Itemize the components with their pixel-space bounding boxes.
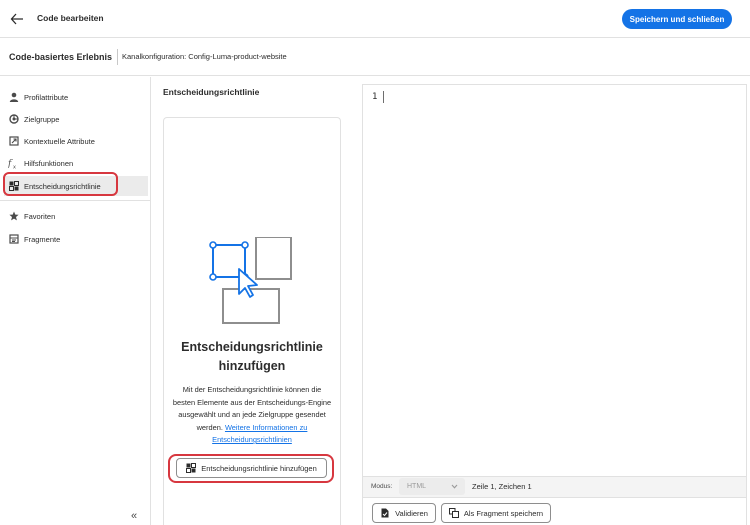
sidebar-divider — [0, 200, 150, 201]
cursor-position: Zeile 1, Zeichen 1 — [472, 482, 532, 491]
sidebar-item-fragmente[interactable]: Fragmente — [4, 229, 148, 249]
add-button-label: Entscheidungsrichtlinie hinzufügen — [201, 463, 317, 473]
mode-value: HTML — [407, 483, 427, 490]
sidebar-item-profilattribute[interactable]: Profilattribute — [4, 87, 148, 107]
code-editor[interactable] — [362, 84, 747, 477]
save-as-fragment-label: Als Fragment speichern — [463, 508, 544, 518]
sidebar-item-entscheidungsrichtlinie[interactable]: Entscheidungsrichtlinie — [4, 176, 148, 196]
fragment-icon — [448, 508, 459, 518]
card-heading: Entscheidungsrichtlinie hinzufügen — [181, 340, 323, 373]
validate-label: Validieren — [395, 508, 428, 518]
sidebar-item-label: Favoriten — [24, 211, 56, 221]
collapse-sidebar-button[interactable]: « — [131, 511, 137, 522]
sidebar-item-label: Zielgruppe — [24, 114, 60, 124]
decision-policy-illustration — [209, 237, 292, 324]
save-as-fragment-button[interactable]: Als Fragment speichern — [441, 503, 551, 523]
sidebar-item-hilfsfunktionen[interactable]: fx Hilfsfunktionen — [4, 153, 148, 173]
sidebar-item-zielgruppe[interactable]: Zielgruppe — [4, 109, 148, 129]
add-decision-policy-button[interactable]: Entscheidungsrichtlinie hinzufügen — [176, 458, 327, 478]
panel-title: Entscheidungsrichtlinie — [163, 87, 260, 97]
channel-configuration: Kanalkonfiguration: Config-Luma-product-… — [122, 52, 287, 61]
fragment-icon — [8, 234, 19, 245]
card-description: Mit der Entscheidungsrichtlinie können d… — [172, 384, 332, 447]
sidebar-item-label: Profilattribute — [24, 92, 69, 102]
sidebar-item-label: Entscheidungsrichtlinie — [24, 181, 101, 191]
decision-policy-icon — [186, 463, 197, 473]
audience-icon — [8, 114, 19, 125]
back-arrow-icon[interactable] — [10, 11, 24, 27]
top-bar: Code bearbeiten Speichern und schließen — [0, 0, 750, 38]
experience-title: Code-basiertes Erlebnis — [9, 52, 113, 62]
sub-header: Code-basiertes Erlebnis Kanalkonfigurati… — [0, 39, 750, 76]
function-icon: fx — [8, 158, 19, 169]
sidebar-item-label: Fragmente — [24, 234, 61, 244]
mode-select[interactable]: HTML — [399, 478, 465, 495]
sidebar-item-label: Hilfsfunktionen — [24, 158, 74, 168]
mode-label: Modus: — [371, 483, 393, 490]
line-number: 1 — [372, 92, 378, 102]
text-caret — [383, 91, 384, 103]
decision-policy-icon — [8, 181, 19, 192]
chevron-down-icon — [451, 484, 458, 489]
validate-button[interactable]: Validieren — [372, 503, 436, 523]
page-title: Code bearbeiten — [37, 13, 104, 23]
document-check-icon — [381, 508, 389, 518]
sidebar-item-kontextuelle-attribute[interactable]: Kontextuelle Attribute — [4, 131, 148, 151]
svg-text:x: x — [13, 164, 16, 169]
user-icon — [8, 92, 19, 103]
header-divider — [117, 49, 118, 65]
sidebar-item-favoriten[interactable]: Favoriten — [4, 206, 148, 226]
star-icon — [8, 211, 19, 222]
sidebar-item-label: Kontextuelle Attribute — [24, 136, 95, 146]
learn-more-link[interactable]: Weitere Informationen zu Entscheidungsri… — [212, 423, 307, 445]
save-and-close-button[interactable]: Speichern und schließen — [622, 9, 732, 29]
contextual-icon — [8, 136, 19, 147]
